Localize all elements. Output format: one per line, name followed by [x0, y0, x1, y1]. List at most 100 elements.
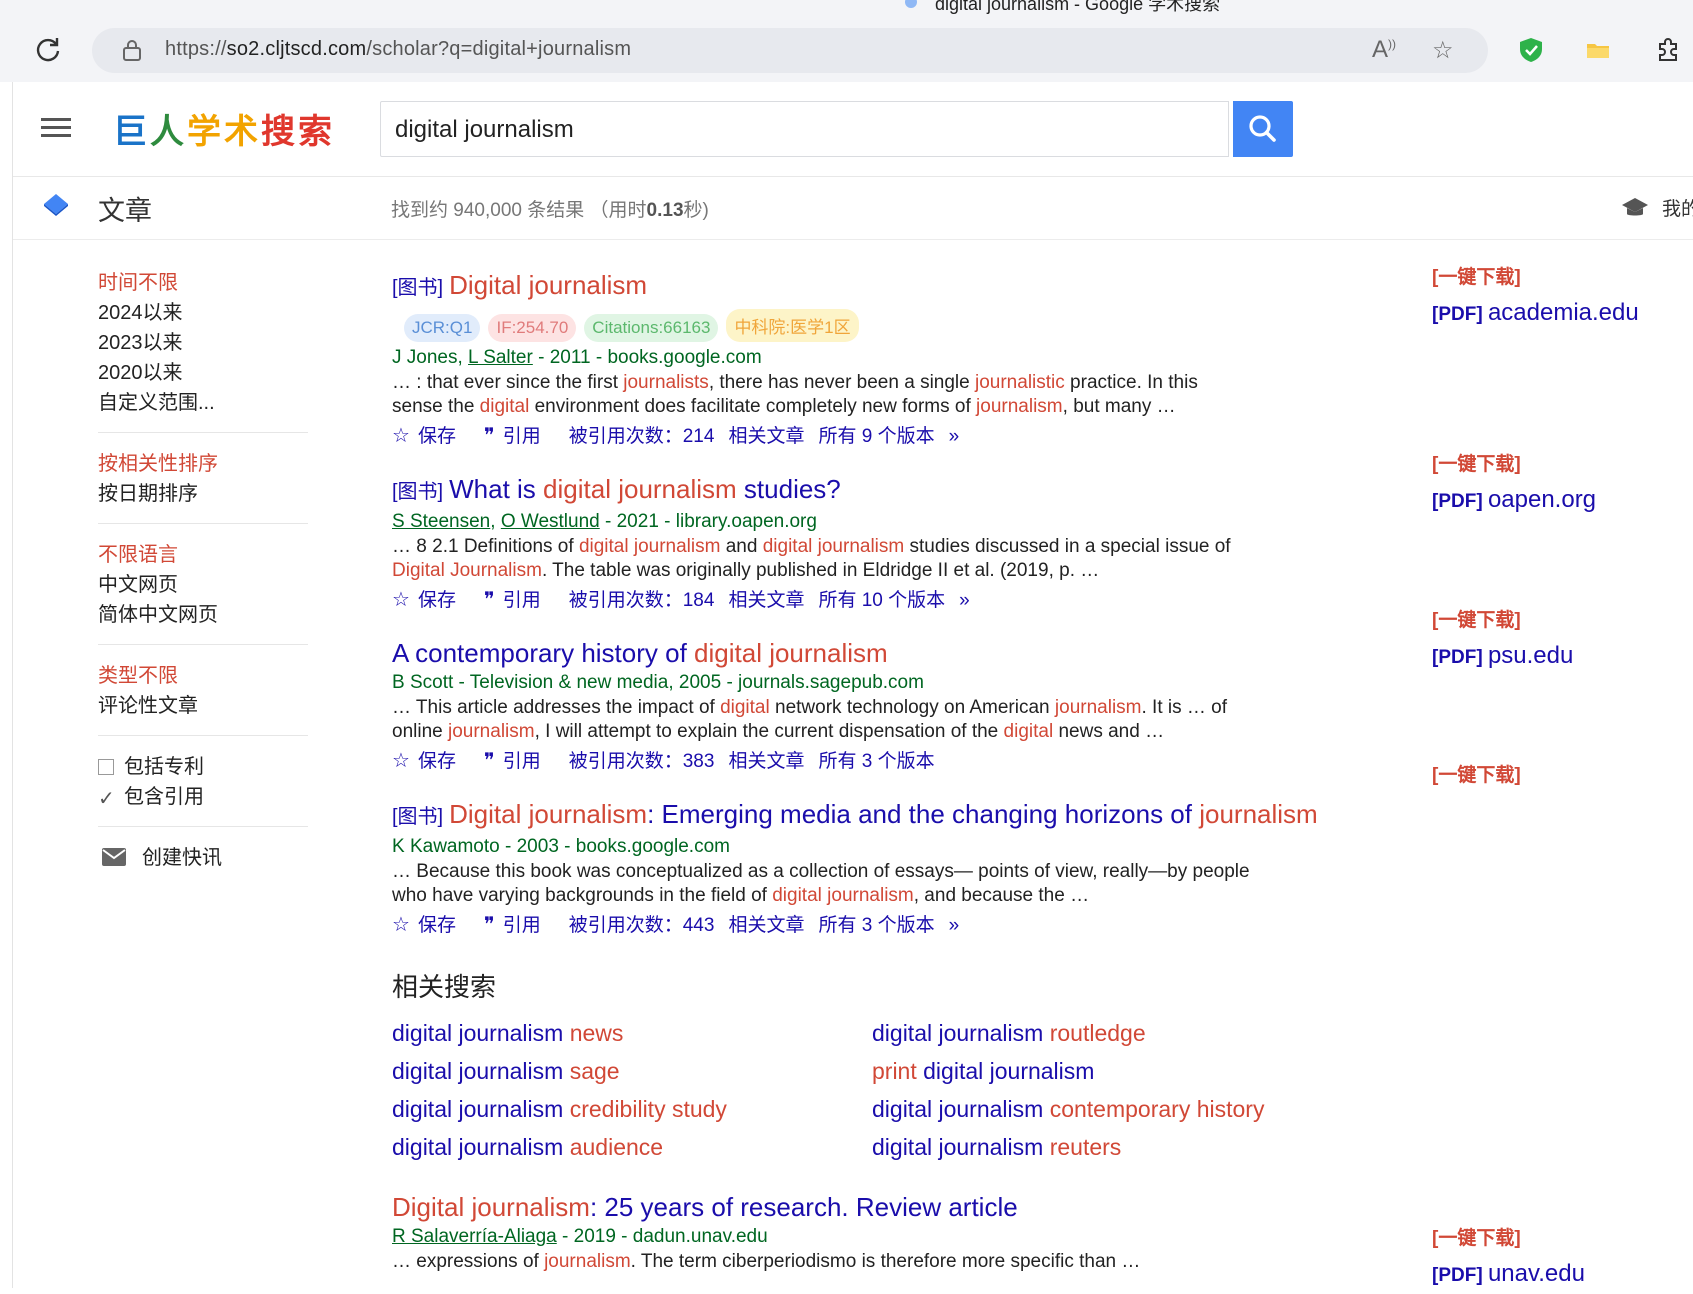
- author[interactable]: O Westlund: [501, 511, 600, 532]
- author[interactable]: R Salaverría-Aliaga: [392, 1226, 557, 1247]
- cite-button[interactable]: ❞ 引用: [484, 914, 555, 936]
- filter-since-2024[interactable]: 2024以来: [98, 298, 308, 328]
- pdf-link[interactable]: [PDF] unav.edu: [1432, 1260, 1672, 1288]
- more-chevron-icon[interactable]: »: [949, 426, 960, 447]
- one-click-download-link[interactable]: [一键下载]: [1432, 452, 1672, 478]
- cite-button[interactable]: ❞ 引用: [483, 750, 555, 772]
- author[interactable]: L Salter: [468, 347, 533, 368]
- related-articles-link[interactable]: 相关文章: [728, 590, 804, 611]
- stats-suffix: 秒): [683, 200, 709, 221]
- shield-extension-icon[interactable]: [1517, 36, 1545, 64]
- save-button[interactable]: ☆ 保存: [392, 750, 470, 772]
- result-meta: S Steensen, O Westlund - 2021 - library.…: [392, 511, 817, 532]
- publication-source: - 2011 - books.google.com: [532, 347, 762, 368]
- all-versions-link[interactable]: 所有 3 个版本: [818, 751, 934, 772]
- cited-by-link[interactable]: 被引用次数：214: [569, 426, 715, 447]
- save-button[interactable]: ☆ 保存: [392, 914, 470, 936]
- all-versions-link[interactable]: 所有 10 个版本: [818, 590, 945, 611]
- extensions-puzzle-icon[interactable]: [1654, 36, 1682, 64]
- result-meta: R Salaverría-Aliaga - 2019 - dadun.unav.…: [392, 1224, 1342, 1250]
- search-button[interactable]: [1233, 101, 1293, 157]
- lang-simplified-chinese[interactable]: 简体中文网页: [98, 600, 308, 630]
- related-search-link[interactable]: print digital journalism: [872, 1058, 1352, 1084]
- result-title[interactable]: [图书] What is digital journalism studies?: [392, 472, 1342, 509]
- lock-icon[interactable]: [122, 38, 142, 62]
- lang-chinese[interactable]: 中文网页: [98, 570, 308, 600]
- type-any[interactable]: 类型不限: [98, 661, 308, 691]
- menu-icon[interactable]: [41, 118, 71, 138]
- more-chevron-icon[interactable]: »: [949, 915, 960, 936]
- url-text[interactable]: https://so2.cljtscd.com/scholar?q=digita…: [165, 38, 631, 61]
- related-search-link[interactable]: digital journalism routledge: [872, 1020, 1352, 1046]
- favorite-star-icon[interactable]: ☆: [1432, 36, 1454, 65]
- cited-by-link[interactable]: 被引用次数：383: [569, 751, 715, 772]
- related-search-link[interactable]: digital journalism sage: [392, 1058, 872, 1084]
- all-versions-link[interactable]: 所有 3 个版本: [818, 915, 934, 936]
- one-click-download-link[interactable]: [一键下载]: [1432, 763, 1672, 789]
- filter-since-2023[interactable]: 2023以来: [98, 328, 308, 358]
- cite-button[interactable]: ❞ 引用: [484, 425, 555, 447]
- sort-by-date[interactable]: 按日期排序: [98, 479, 308, 509]
- lang-any[interactable]: 不限语言: [98, 540, 308, 570]
- result-title[interactable]: [图书] Digital journalism: [392, 268, 1342, 305]
- cite-label: 引用: [502, 426, 541, 447]
- related-search-link[interactable]: digital journalism contemporary history: [872, 1096, 1352, 1122]
- filter-sidebar: 时间不限 2024以来 2023以来 2020以来 自定义范围... 按相关性排…: [98, 268, 308, 873]
- download-block: [一键下载] [PDF] academia.edu: [1432, 265, 1672, 327]
- articles-label[interactable]: 文章: [98, 189, 152, 228]
- create-alert-link[interactable]: 创建快讯: [98, 843, 308, 873]
- reload-icon[interactable]: [34, 36, 62, 64]
- one-click-download-link[interactable]: [一键下载]: [1432, 1226, 1672, 1252]
- title-segment: studies?: [736, 474, 841, 504]
- related-searches-grid: digital journalism news digital journalis…: [392, 1020, 1342, 1160]
- one-click-download-link[interactable]: [一键下载]: [1432, 265, 1672, 291]
- related-search-link[interactable]: digital journalism reuters: [872, 1134, 1352, 1160]
- result-title[interactable]: Digital journalism: 25 years of research…: [392, 1190, 1342, 1224]
- read-aloud-icon[interactable]: A)): [1372, 36, 1396, 64]
- sort-by-relevance[interactable]: 按相关性排序: [98, 449, 308, 479]
- save-button[interactable]: ☆ 保存: [392, 425, 470, 447]
- pdf-link[interactable]: [PDF] psu.edu: [1432, 642, 1672, 670]
- patents-checkbox[interactable]: [98, 759, 114, 775]
- cited-by-link[interactable]: 被引用次数：184: [569, 590, 715, 611]
- tab-title[interactable]: digital journalism - Google 学术搜索: [935, 0, 1220, 16]
- quote-icon: ❞: [483, 750, 495, 772]
- related-search-link[interactable]: digital journalism credibility study: [392, 1096, 872, 1122]
- related-articles-link[interactable]: 相关文章: [728, 751, 804, 772]
- pdf-link[interactable]: [PDF] oapen.org: [1432, 486, 1672, 514]
- filter-any-time[interactable]: 时间不限: [98, 268, 308, 298]
- search-input[interactable]: [393, 112, 1217, 148]
- my-library-link[interactable]: 我的: [1662, 194, 1693, 221]
- author[interactable]: S Steensen: [392, 511, 490, 532]
- filter-since-2020[interactable]: 2020以来: [98, 358, 308, 388]
- include-citations-option[interactable]: ✓ 包含引用: [98, 782, 308, 812]
- related-search-link[interactable]: digital journalism news: [392, 1020, 872, 1046]
- address-bar[interactable]: https://so2.cljtscd.com/scholar?q=digita…: [92, 28, 1488, 73]
- related-articles-link[interactable]: 相关文章: [728, 426, 804, 447]
- folder-extension-icon[interactable]: [1584, 36, 1612, 64]
- site-logo[interactable]: 巨人学术搜索: [113, 104, 335, 153]
- cited-by-link[interactable]: 被引用次数：443: [569, 915, 715, 936]
- save-button[interactable]: ☆ 保存: [392, 589, 470, 611]
- related-segment: digital journalism: [392, 1134, 570, 1160]
- one-click-download-link[interactable]: [一键下载]: [1432, 608, 1672, 634]
- filter-custom-range[interactable]: 自定义范围...: [98, 388, 308, 418]
- graduation-cap-icon[interactable]: [1621, 194, 1649, 222]
- result-title[interactable]: [图书] Digital journalism: Emerging media a…: [392, 797, 1342, 834]
- related-search-link[interactable]: digital journalism audience: [392, 1134, 872, 1160]
- result-actions: ☆ 保存 ❞ 引用 被引用次数：383 相关文章 所有 3 个版本: [392, 746, 1342, 777]
- metric-badge: JCR:Q1: [404, 314, 481, 342]
- type-group: 类型不限 评论性文章: [98, 661, 308, 736]
- more-chevron-icon[interactable]: »: [959, 590, 970, 611]
- snippet-segment: digital journalism: [578, 536, 721, 557]
- related-articles-link[interactable]: 相关文章: [728, 915, 804, 936]
- include-patents-option[interactable]: 包括专利: [98, 752, 308, 782]
- citations-checkbox[interactable]: ✓: [98, 789, 115, 809]
- pdf-link[interactable]: [PDF] academia.edu: [1432, 299, 1672, 327]
- related-segment: digital journalism: [872, 1134, 1050, 1160]
- result-title[interactable]: A contemporary history of digital journa…: [392, 636, 1342, 670]
- cite-label: 引用: [502, 590, 541, 611]
- type-review[interactable]: 评论性文章: [98, 691, 308, 721]
- cite-button[interactable]: ❞ 引用: [484, 589, 555, 611]
- all-versions-link[interactable]: 所有 9 个版本: [818, 426, 934, 447]
